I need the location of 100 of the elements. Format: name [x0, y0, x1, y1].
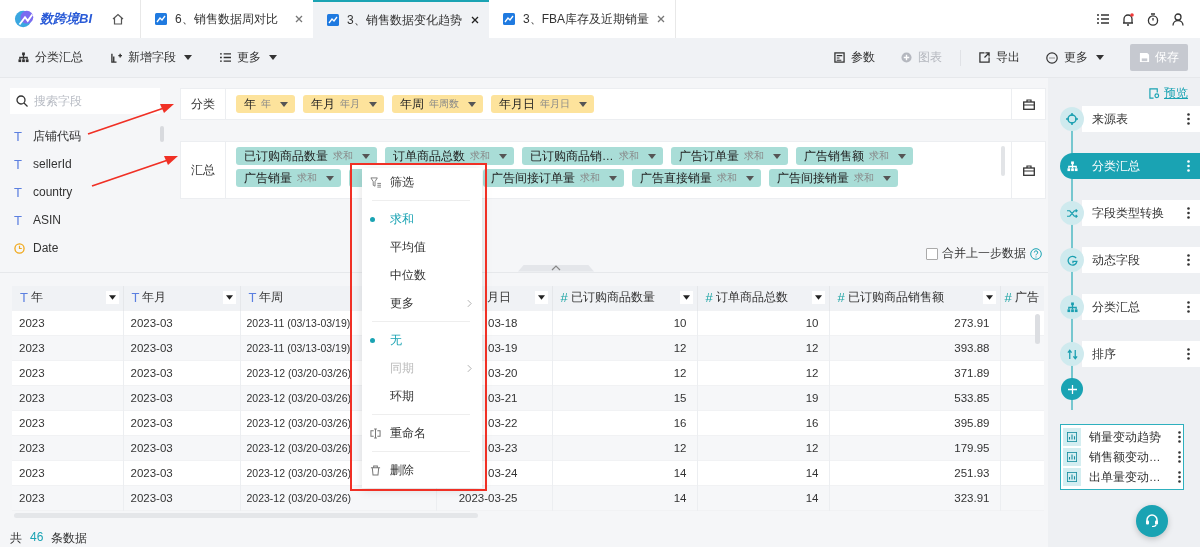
chevron-up-icon	[551, 265, 561, 272]
measure-chip[interactable]: 已订购商品销… 求和	[522, 147, 663, 165]
measure-chip[interactable]: 广告销量 求和	[236, 169, 341, 187]
more-options-icon[interactable]	[1187, 113, 1190, 125]
more-options-icon[interactable]	[1187, 348, 1190, 360]
field-item[interactable]: T country	[10, 178, 154, 206]
dimension-chip[interactable]: 年周 年周数	[392, 95, 483, 113]
home-icon[interactable]	[112, 13, 124, 25]
support-button[interactable]	[1136, 505, 1168, 537]
output-item[interactable]: 销售额变动…	[1063, 447, 1181, 467]
table-cell: 2023	[19, 416, 45, 429]
scrollbar[interactable]	[1035, 313, 1040, 344]
add-step-button[interactable]	[1061, 378, 1083, 400]
toolbar-button[interactable]: 更多	[220, 49, 277, 66]
column-header[interactable]: 已订购商品销售额	[847, 289, 980, 307]
caret-icon	[537, 295, 545, 301]
dropdown-button[interactable]	[811, 291, 825, 305]
column-header[interactable]: 已订购商品数量	[570, 289, 677, 307]
measure-chip[interactable]: 订单商品总数 求和	[385, 147, 514, 165]
output-item[interactable]: 销量变动趋势	[1063, 427, 1181, 447]
search-field[interactable]: 搜索字段	[10, 88, 160, 114]
menu-item[interactable]: 删除	[362, 456, 482, 484]
tab[interactable]: 3、销售数据变化趋势	[313, 0, 489, 38]
dimension-chip[interactable]: 年月 年月	[303, 95, 384, 113]
table-cell: 2023-11 (03/13-03/19)	[246, 316, 351, 329]
more-options-icon[interactable]	[1187, 301, 1190, 313]
plus-icon	[1067, 384, 1077, 394]
measure-chip[interactable]: 广告销售额 求和	[795, 147, 913, 165]
more-options-icon[interactable]	[1187, 207, 1190, 219]
dropdown-button[interactable]	[222, 291, 236, 305]
checkbox[interactable]	[926, 247, 938, 260]
column-header[interactable]: 订单商品总数	[715, 289, 809, 307]
user-icon[interactable]	[1172, 12, 1184, 26]
menu-item[interactable]: 重命名	[362, 419, 482, 447]
caret-icon	[579, 101, 587, 107]
measure-chip[interactable]: 广告间接销量 求和	[769, 169, 898, 187]
notification-icon[interactable]	[1122, 12, 1134, 26]
column-header[interactable]: 广告	[1014, 289, 1044, 307]
toolbar-button[interactable]: 更多	[1046, 49, 1104, 66]
caret-icon	[746, 175, 754, 181]
table-cell: 371.89	[954, 366, 990, 379]
logo-icon	[14, 8, 36, 30]
caret-icon	[468, 101, 476, 107]
more-options-icon[interactable]	[1187, 254, 1190, 266]
dropdown-button[interactable]	[679, 291, 693, 305]
task-list-icon[interactable]	[1097, 13, 1109, 25]
caret-icon	[225, 295, 233, 301]
measure-chip[interactable]: 广告直接销量 求和	[632, 169, 761, 187]
dimension-chip[interactable]: 年 年	[236, 95, 295, 113]
dimension-chip[interactable]: 年月日 年月日	[491, 95, 594, 113]
toolbar-button[interactable]: 分类汇总	[18, 49, 83, 66]
table-cell: 2023-12 (03/20-03/26)	[246, 466, 351, 479]
column-header[interactable]: 年月	[142, 289, 220, 307]
column-type-icon: #	[837, 290, 845, 306]
measure-chip[interactable]: 广告订单量 求和	[670, 147, 788, 165]
toolbar-button[interactable]: 导出	[979, 49, 1020, 66]
measure-chip[interactable]: 已订购商品数量 求和	[236, 147, 377, 165]
group-label: 分类	[181, 89, 226, 119]
caret-icon	[326, 175, 334, 181]
toolbar-button[interactable]: 参数	[834, 49, 875, 66]
more-options-icon[interactable]	[1178, 471, 1181, 483]
dropdown-button[interactable]	[534, 291, 548, 305]
field-item[interactable]: Date	[10, 234, 154, 262]
close-icon[interactable]	[471, 16, 479, 24]
line-chart-icon	[155, 13, 167, 25]
column-type-icon: T	[248, 290, 257, 306]
column-header[interactable]: 年	[30, 289, 103, 307]
field-item[interactable]: T sellerId	[10, 150, 154, 178]
table-cell: 10	[673, 316, 687, 329]
output-item[interactable]: 出单量变动…	[1063, 467, 1181, 487]
dropdown-button[interactable]	[982, 291, 996, 305]
menu-item[interactable]: 环期	[362, 382, 482, 410]
table-cell: 533.85	[954, 391, 990, 404]
text-type-icon: T	[14, 128, 25, 144]
measure-chip[interactable]: 广告间接订单量 求和	[483, 169, 624, 187]
table-cell: 12	[673, 441, 687, 454]
briefcase-icon[interactable]	[1022, 98, 1035, 110]
caret-icon	[814, 295, 822, 301]
collapse-handle[interactable]	[518, 264, 594, 272]
toolbar-button[interactable]: 新增字段	[111, 49, 192, 66]
dropdown-button[interactable]	[105, 291, 119, 305]
tab[interactable]: 6、销售数据周对比	[141, 0, 313, 38]
more-options-icon[interactable]	[1178, 431, 1181, 443]
menu-item[interactable]: 筛选	[362, 168, 482, 196]
field-item[interactable]: T ASIN	[10, 206, 154, 234]
menu-item[interactable]: 平均值	[362, 233, 482, 261]
caret-icon	[108, 295, 116, 301]
briefcase-icon[interactable]	[1022, 164, 1035, 176]
menu-item[interactable]: 更多	[362, 289, 482, 317]
chart-icon	[1067, 432, 1077, 442]
field-item[interactable]: T 店铺代码	[10, 122, 154, 150]
bullet-icon	[370, 216, 375, 222]
caret-icon	[772, 153, 781, 159]
menu-item[interactable]: 中位数	[362, 261, 482, 289]
table-cell: 393.88	[954, 341, 990, 354]
more-options-icon[interactable]	[1178, 451, 1181, 463]
table-cell: 03-20	[488, 366, 518, 379]
stopwatch-icon[interactable]	[1147, 12, 1159, 26]
add-field-icon	[111, 52, 122, 63]
table-cell: 251.93	[954, 466, 990, 479]
